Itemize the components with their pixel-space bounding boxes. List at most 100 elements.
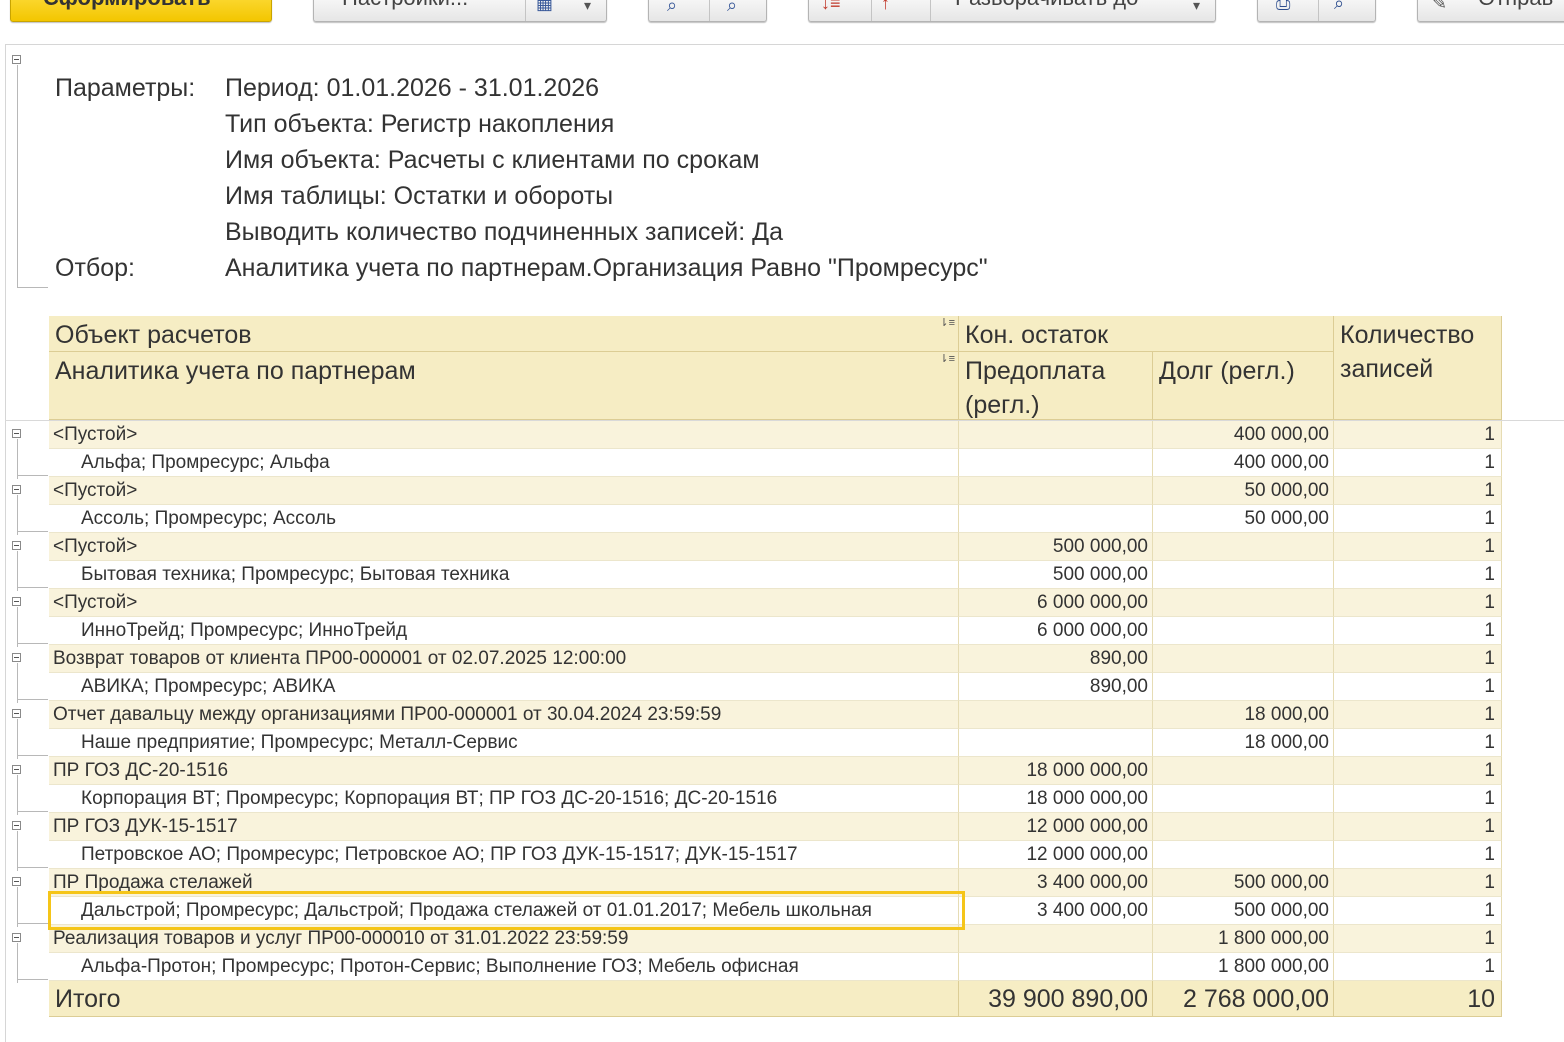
preview-icon[interactable]: ⌕ (1334, 0, 1344, 14)
search-icon[interactable]: ⌕ (667, 0, 677, 16)
collapse-group-icon[interactable] (12, 765, 21, 774)
print-icon[interactable]: ⎙ (1276, 0, 1290, 14)
collapse-group-icon[interactable] (12, 485, 21, 494)
group-row[interactable]: <Пустой> 400 000,00 1 (49, 421, 1502, 449)
row-prepay[interactable] (959, 477, 1153, 505)
detail-row[interactable]: Петровское АО; Промресурс; Петровское АО… (49, 841, 1502, 869)
group-row[interactable]: Отчет давальцу между организациями ПР00-… (49, 701, 1502, 729)
row-name[interactable]: ПР ГОЗ ДС-20-1516 (49, 757, 959, 785)
expand-to-button[interactable]: Разворачивать до (955, 0, 1138, 11)
detail-row[interactable]: Бытовая техника; Промресурс; Бытовая тех… (49, 561, 1502, 589)
row-prepay[interactable]: 500 000,00 (959, 561, 1153, 589)
row-debt[interactable]: 50 000,00 (1153, 477, 1334, 505)
row-debt[interactable] (1153, 813, 1334, 841)
collapse-params-icon[interactable] (12, 55, 21, 64)
row-name[interactable]: АВИКА; Промресурс; АВИКА (49, 673, 959, 701)
detail-row[interactable]: ИнноТрейд; Промресурс; ИнноТрейд 6 000 00… (49, 617, 1502, 645)
row-name[interactable]: Альфа-Протон; Промресурс; Протон-Сервис;… (49, 953, 959, 981)
collapse-group-icon[interactable] (12, 933, 21, 942)
detail-row[interactable]: Альфа; Промресурс; Альфа 400 000,00 1 (49, 449, 1502, 477)
send-button[interactable]: ✎ Отправ (1417, 0, 1564, 22)
group-row[interactable]: ПР ГОЗ ДС-20-1516 18 000 000,00 1 (49, 757, 1502, 785)
row-name[interactable]: Корпорация ВТ; Промресурс; Корпорация ВТ… (49, 785, 959, 813)
row-count[interactable]: 1 (1334, 897, 1502, 925)
settings-button[interactable]: Настройки... (342, 0, 468, 11)
collapse-group-icon[interactable] (12, 877, 21, 886)
collapse-group-icon[interactable] (12, 541, 21, 550)
group-row[interactable]: Реализация товаров и услуг ПР00-000010 о… (49, 925, 1502, 953)
row-prepay[interactable]: 890,00 (959, 673, 1153, 701)
row-debt[interactable]: 18 000,00 (1153, 701, 1334, 729)
variant-icon[interactable]: ▦ (536, 0, 553, 14)
header-debt[interactable]: Долг (регл.) (1153, 352, 1334, 420)
row-debt[interactable]: 1 800 000,00 (1153, 953, 1334, 981)
collapse-group-icon[interactable] (12, 709, 21, 718)
row-name[interactable]: Дальстрой; Промресурс; Дальстрой; Продаж… (49, 897, 959, 925)
detail-row[interactable]: Дальстрой; Промресурс; Дальстрой; Продаж… (49, 897, 1502, 925)
row-debt[interactable]: 1 800 000,00 (1153, 925, 1334, 953)
row-debt[interactable]: 500 000,00 (1153, 897, 1334, 925)
arrow-up-icon[interactable]: ↑ (881, 0, 890, 14)
row-count[interactable]: 1 (1334, 561, 1502, 589)
sort-list-icon[interactable]: ↓≡ (821, 0, 841, 14)
collapse-group-icon[interactable] (12, 821, 21, 830)
row-debt[interactable]: 400 000,00 (1153, 421, 1334, 449)
row-count[interactable]: 1 (1334, 617, 1502, 645)
row-count[interactable]: 1 (1334, 421, 1502, 449)
row-count[interactable]: 1 (1334, 813, 1502, 841)
group-row[interactable]: <Пустой> 500 000,00 1 (49, 533, 1502, 561)
row-prepay[interactable] (959, 449, 1153, 477)
collapse-group-icon[interactable] (12, 429, 21, 438)
row-name[interactable]: Наше предприятие; Промресурс; Металл-Сер… (49, 729, 959, 757)
header-object[interactable]: Объект расчетов ⇂≡ (49, 316, 959, 352)
row-prepay[interactable] (959, 953, 1153, 981)
row-count[interactable]: 1 (1334, 925, 1502, 953)
header-count[interactable]: Количество записей (1334, 316, 1502, 420)
row-prepay[interactable]: 12 000 000,00 (959, 813, 1153, 841)
row-count[interactable]: 1 (1334, 589, 1502, 617)
row-name[interactable]: <Пустой> (49, 589, 959, 617)
row-name[interactable]: Бытовая техника; Промресурс; Бытовая тех… (49, 561, 959, 589)
row-prepay[interactable] (959, 925, 1153, 953)
row-name[interactable]: Альфа; Промресурс; Альфа (49, 449, 959, 477)
header-analytics[interactable]: Аналитика учета по партнерам ⇂≡ (49, 352, 959, 420)
row-debt[interactable] (1153, 561, 1334, 589)
group-row[interactable]: ПР ГОЗ ДУК-15-1517 12 000 000,00 1 (49, 813, 1502, 841)
detail-row[interactable]: Ассоль; Промресурс; Ассоль 50 000,00 1 (49, 505, 1502, 533)
row-debt[interactable] (1153, 645, 1334, 673)
row-count[interactable]: 1 (1334, 701, 1502, 729)
row-debt[interactable]: 18 000,00 (1153, 729, 1334, 757)
generate-button[interactable]: Сформировать (10, 0, 272, 22)
row-debt[interactable] (1153, 841, 1334, 869)
row-debt[interactable] (1153, 589, 1334, 617)
row-prepay[interactable]: 6 000 000,00 (959, 589, 1153, 617)
row-name[interactable]: Отчет давальцу между организациями ПР00-… (49, 701, 959, 729)
header-balance[interactable]: Кон. остаток (959, 316, 1334, 352)
row-count[interactable]: 1 (1334, 449, 1502, 477)
row-count[interactable]: 1 (1334, 533, 1502, 561)
row-count[interactable]: 1 (1334, 841, 1502, 869)
header-prepay[interactable]: Предоплата (регл.) (959, 352, 1153, 420)
detail-row[interactable]: Наше предприятие; Промресурс; Металл-Сер… (49, 729, 1502, 757)
row-count[interactable]: 1 (1334, 953, 1502, 981)
row-count[interactable]: 1 (1334, 869, 1502, 897)
row-debt[interactable] (1153, 673, 1334, 701)
detail-row[interactable]: Альфа-Протон; Промресурс; Протон-Сервис;… (49, 953, 1502, 981)
row-name[interactable]: <Пустой> (49, 421, 959, 449)
search-small-icon[interactable]: ⌕ (727, 0, 737, 16)
row-name[interactable]: ИнноТрейд; Промресурс; ИнноТрейд (49, 617, 959, 645)
row-count[interactable]: 1 (1334, 645, 1502, 673)
row-prepay[interactable]: 3 400 000,00 (959, 869, 1153, 897)
group-row[interactable]: Возврат товаров от клиента ПР00-000001 о… (49, 645, 1502, 673)
row-count[interactable]: 1 (1334, 477, 1502, 505)
row-count[interactable]: 1 (1334, 785, 1502, 813)
chevron-down-icon[interactable]: ▾ (584, 0, 591, 14)
row-count[interactable]: 1 (1334, 729, 1502, 757)
row-debt[interactable]: 50 000,00 (1153, 505, 1334, 533)
detail-row[interactable]: Корпорация ВТ; Промресурс; Корпорация ВТ… (49, 785, 1502, 813)
row-name[interactable]: Реализация товаров и услуг ПР00-000010 о… (49, 925, 959, 953)
row-prepay[interactable] (959, 421, 1153, 449)
group-row[interactable]: <Пустой> 6 000 000,00 1 (49, 589, 1502, 617)
row-debt[interactable] (1153, 533, 1334, 561)
row-debt[interactable]: 500 000,00 (1153, 869, 1334, 897)
